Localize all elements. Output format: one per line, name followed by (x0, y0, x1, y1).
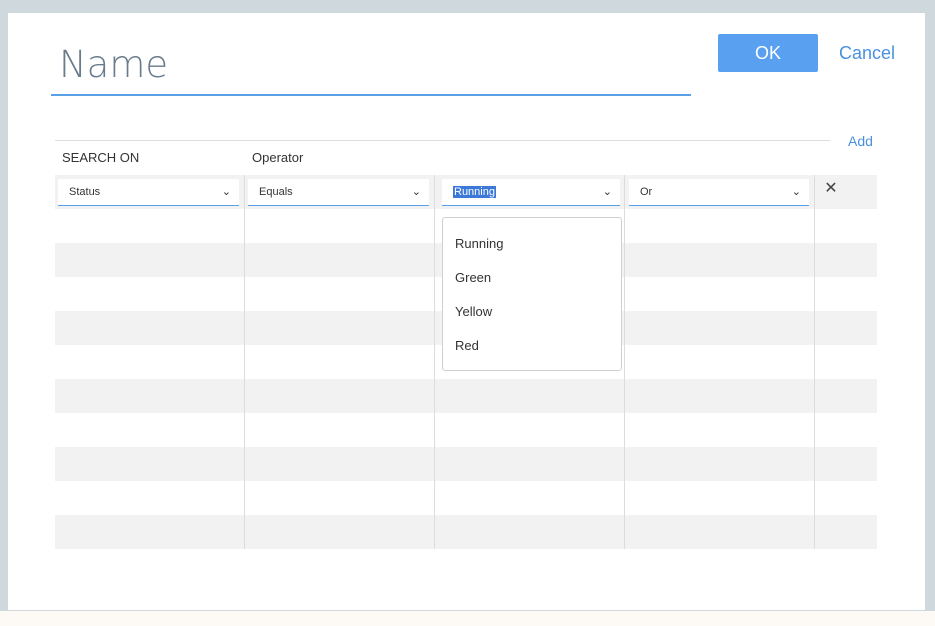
table-row (55, 413, 877, 447)
chevron-down-icon: ⌄ (791, 186, 801, 198)
operator-select[interactable]: Equals ⌄ (248, 179, 429, 206)
table-row (55, 379, 877, 413)
name-input[interactable] (51, 34, 691, 96)
dropdown-option-yellow[interactable]: Yellow (455, 304, 492, 319)
column-divider (244, 175, 245, 549)
column-divider (624, 175, 625, 549)
column-header-search-on: SEARCH ON (62, 150, 140, 165)
logic-select[interactable]: Or ⌄ (629, 179, 809, 206)
field-select-value: Status (69, 186, 101, 198)
column-divider (814, 175, 815, 549)
ok-button[interactable]: OK (718, 34, 818, 72)
table-row (55, 481, 877, 515)
header-divider (55, 140, 830, 141)
cancel-link[interactable]: Cancel (839, 43, 895, 64)
dropdown-option-green[interactable]: Green (455, 270, 491, 285)
table-row (55, 515, 877, 549)
value-select[interactable]: Running ⌄ (442, 179, 620, 206)
dropdown-option-red[interactable]: Red (455, 338, 479, 353)
chevron-down-icon: ⌄ (602, 186, 612, 198)
add-link[interactable]: Add (848, 133, 873, 149)
table-row (55, 447, 877, 481)
column-divider (434, 175, 435, 549)
column-header-operator: Operator (252, 150, 304, 165)
field-select[interactable]: Status ⌄ (58, 179, 239, 206)
logic-select-value: Or (640, 186, 653, 198)
operator-select-value: Equals (259, 186, 293, 198)
value-select-value: Running (453, 186, 496, 198)
chevron-down-icon: ⌄ (411, 186, 421, 198)
search-dialog: OK Cancel Add SEARCH ON Operator Status … (8, 13, 925, 610)
background-strip (0, 611, 935, 626)
close-icon[interactable]: ✕ (822, 178, 840, 198)
dropdown-option-running[interactable]: Running (455, 236, 503, 251)
chevron-down-icon: ⌄ (221, 186, 231, 198)
value-dropdown-menu: Running Green Yellow Red (442, 217, 622, 371)
